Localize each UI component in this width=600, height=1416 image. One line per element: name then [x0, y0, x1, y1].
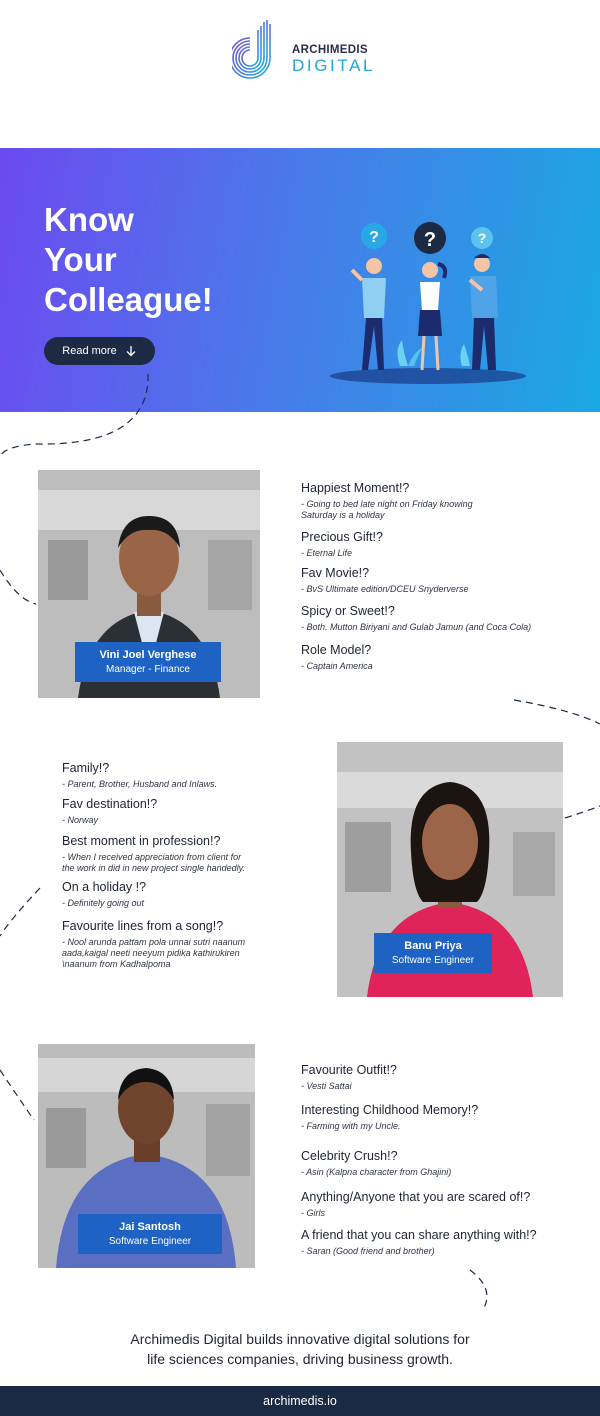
read-more-button[interactable]: Read more [44, 337, 155, 365]
answer: - Eternal Life [301, 548, 353, 558]
hero-title-line: Colleague! [44, 281, 213, 318]
colleague-role: Software Engineer [391, 955, 475, 966]
qa-item: Role Model? - Captain America [301, 643, 373, 672]
colleague-name: Banu Priya [404, 940, 462, 952]
answer: - Both. Mutton Biriyani and Gulab Jamun … [301, 622, 532, 632]
qa-item: A friend that you can share anything wit… [301, 1228, 537, 1257]
colleague-photo-jai: Jai Santosh Software Engineer [38, 1044, 255, 1268]
qa-item: Favourite Outfit!? - Vesti Sattai [301, 1063, 397, 1092]
hero-title: Know Your Colleague! [44, 200, 304, 320]
qa-item: Fav Movie!? - BvS Ultimate edition/DCEU … [301, 566, 469, 595]
answer: - Norway [62, 815, 99, 825]
footer-tagline-line: life sciences companies, driving busines… [147, 1351, 453, 1367]
question: Favourite lines from a song!? [62, 919, 224, 933]
colleagues-illustration: ? ? ? [330, 222, 526, 384]
qa-item: On a holiday !? - Definitely going out [62, 880, 146, 909]
svg-text:?: ? [369, 229, 379, 246]
question: Precious Gift!? [301, 530, 383, 544]
qa-item: Best moment in profession!? - When I rec… [62, 834, 245, 874]
answer: - Parent, Brother, Husband and Inlaws. [62, 779, 218, 789]
qa-item: Family!? - Parent, Brother, Husband and … [62, 761, 217, 790]
website-link[interactable]: archimedis.io [263, 1394, 337, 1408]
qa-item: Precious Gift!? - Eternal Life [301, 530, 383, 559]
question: Interesting Childhood Memory!? [301, 1103, 479, 1117]
answer: - Farming with my Uncle. [301, 1121, 401, 1131]
answer: - Asin (Kalpna character from Ghajini) [301, 1167, 452, 1177]
answer: - Girls [301, 1208, 325, 1218]
hero-title-line: Your [44, 241, 117, 278]
brand-name-bottom: DIGITAL [292, 56, 376, 75]
answer: - BvS Ultimate edition/DCEU Snyderverse [301, 584, 469, 594]
qa-item: Interesting Childhood Memory!? - Farming… [301, 1103, 478, 1132]
answer: - When I received appreciation from clie… [62, 852, 245, 873]
answer: - Nool arunda pattam pola unnai sutri na… [62, 937, 246, 969]
question: Anything/Anyone that you are scared of!? [301, 1190, 531, 1204]
footer-tagline: Archimedis Digital builds innovative dig… [0, 1329, 600, 1369]
qa-item: Favourite lines from a song!? - Nool aru… [62, 919, 245, 970]
question: Celebrity Crush!? [301, 1149, 398, 1163]
answer: - Definitely going out [62, 898, 145, 908]
colleague-role: Manager - Finance [106, 664, 190, 675]
question: Fav Movie!? [301, 566, 370, 580]
question: Role Model? [301, 643, 372, 657]
answer: - Vesti Sattai [301, 1081, 352, 1091]
colleague-photo-banu: Banu Priya Software Engineer [337, 742, 563, 997]
question: Fav destination!? [62, 797, 158, 811]
colleague-photo-vini: Vini Joel Verghese Manager - Finance [38, 470, 260, 698]
qa-item: Fav destination!? - Norway [62, 797, 157, 826]
hero-title-line: Know [44, 201, 134, 238]
question: Happiest Moment!? [301, 481, 410, 495]
name-card: Jai Santosh Software Engineer [78, 1214, 222, 1254]
hero-banner: Know Your Colleague! Read more ? ? ? [0, 148, 600, 412]
qa-item: Anything/Anyone that you are scared of!?… [301, 1190, 530, 1219]
footer-bar: archimedis.io [0, 1386, 600, 1416]
svg-text:?: ? [424, 229, 436, 251]
question: Favourite Outfit!? [301, 1063, 397, 1077]
read-more-label: Read more [62, 345, 117, 357]
question: On a holiday !? [62, 880, 147, 894]
question: Best moment in profession!? [62, 834, 221, 848]
colleague-name: Vini Joel Verghese [99, 649, 197, 661]
brand-name-top: ARCHIMEDIS [292, 44, 368, 56]
qa-item: Happiest Moment!? - Going to bed late ni… [301, 481, 473, 521]
qa-item: Celebrity Crush!? - Asin (Kalpna charact… [301, 1149, 451, 1178]
question: Spicy or Sweet!? [301, 604, 395, 618]
archimedis-logo-icon [232, 20, 271, 79]
brand-logo[interactable]: ARCHIMEDIS DIGITAL [232, 18, 372, 80]
answer: - Saran (Good friend and brother) [301, 1246, 435, 1256]
question: A friend that you can share anything wit… [301, 1228, 537, 1242]
name-card: Banu Priya Software Engineer [374, 933, 492, 973]
answer: - Captain America [301, 661, 373, 671]
name-card: Vini Joel Verghese Manager - Finance [75, 642, 221, 682]
qa-item: Spicy or Sweet!? - Both. Mutton Biriyani… [301, 604, 531, 633]
question: Family!? [62, 761, 110, 775]
footer-tagline-line: Archimedis Digital builds innovative dig… [130, 1331, 470, 1347]
answer: - Going to bed late night on Friday know… [301, 499, 473, 520]
svg-text:?: ? [478, 230, 487, 246]
arrow-down-icon [126, 346, 136, 357]
colleague-name: Jai Santosh [119, 1221, 181, 1233]
colleague-role: Software Engineer [108, 1236, 192, 1247]
